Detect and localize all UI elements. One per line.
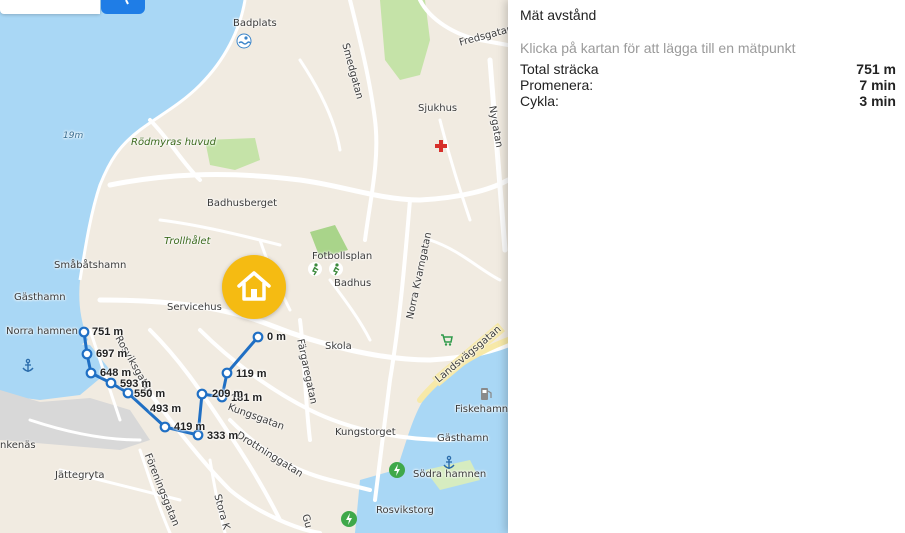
- harbor-water: [0, 340, 110, 400]
- map-label-jattegryta: Jättegryta: [55, 470, 105, 481]
- search-icon: [125, 0, 129, 5]
- search-input[interactable]: [0, 0, 100, 14]
- map-label-norra-hamnen: Norra hamnen: [6, 326, 78, 337]
- map-label-badplats: Badplats: [233, 18, 277, 29]
- measure-label: 0 m: [267, 331, 286, 343]
- map-label-smabatshamn: Småbåtshamn: [54, 260, 127, 271]
- search-button[interactable]: [101, 0, 145, 14]
- map-label-nkenas: nkenäs: [0, 440, 36, 451]
- park-north: [380, 0, 430, 80]
- map-label-sjukhus: Sjukhus: [418, 103, 458, 114]
- map-label-gasthamn-east: Gästhamn: [437, 433, 489, 444]
- map-label-trollhalet: Trollhålet: [164, 236, 211, 247]
- map-label-rosvikstorg: Rosvikstorg: [376, 505, 434, 516]
- map-label-skola: Skola: [325, 341, 352, 352]
- measure-label: 751 m: [92, 326, 124, 338]
- map-label-badhusberget: Badhusberget: [207, 198, 278, 209]
- map-label-gasthamn-west: Gästhamn: [14, 292, 66, 303]
- map-label-fiskehamn: Fiskehamn: [455, 404, 508, 415]
- stat-value: 751 m: [856, 61, 896, 77]
- stat-label: Cykla:: [520, 93, 559, 109]
- map-label-servicehus: Servicehus: [167, 302, 222, 313]
- measure-label: 119 m: [236, 368, 267, 380]
- stat-bike-time: Cykla: 3 min: [520, 93, 896, 109]
- measure-label: 419 m: [174, 421, 206, 433]
- panel-hint: Klicka på kartan för att lägga till en m…: [520, 40, 796, 56]
- stat-value: 7 min: [859, 77, 896, 93]
- depth-label: 19m: [63, 131, 84, 141]
- measure-label: 593 m: [120, 378, 152, 390]
- stat-label: Promenera:: [520, 77, 594, 93]
- stat-walk-time: Promenera: 7 min: [520, 77, 896, 93]
- map-label-rodmyras-huvud: Rödmyras huvud: [131, 137, 216, 148]
- panel-title: Mät avstånd: [520, 7, 597, 23]
- measure-label: 697 m: [96, 348, 128, 360]
- stat-label: Total sträcka: [520, 61, 599, 77]
- map-label-kungstorget: Kungstorget: [335, 427, 396, 438]
- home-icon: [237, 271, 271, 301]
- map-label-badhus: Badhus: [334, 278, 372, 289]
- measure-label: 209 m: [212, 388, 244, 400]
- measure-panel: Mät avstånd Klicka på kartan för att läg…: [508, 0, 905, 533]
- stat-total-distance: Total sträcka 751 m: [520, 61, 896, 77]
- measure-label: 493 m: [150, 403, 182, 415]
- stat-value: 3 min: [859, 93, 896, 109]
- measure-label: 648 m: [100, 367, 132, 379]
- measure-label: 333 m: [207, 430, 239, 442]
- home-marker[interactable]: [222, 255, 286, 319]
- map-view[interactable]: Badplats Smedgatan Fredsgatan Sjukhus Ny…: [0, 0, 508, 533]
